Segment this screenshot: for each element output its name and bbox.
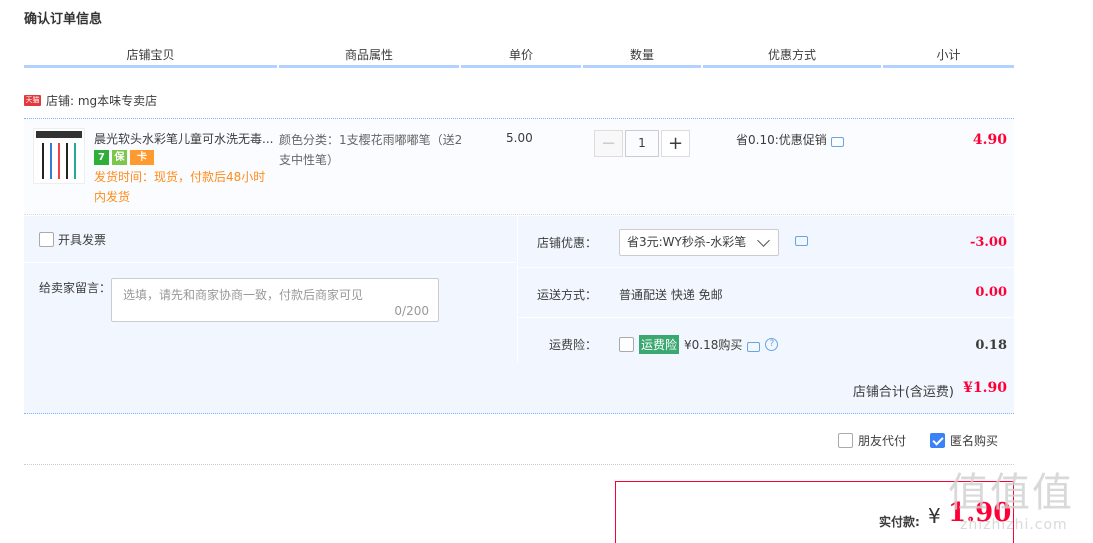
col-header-shop-item: 店铺宝贝 <box>126 48 175 62</box>
message-placeholder: 选填，请先和商家协商一致，付款后商家可见 <box>123 288 364 302</box>
payment-options: 朋友代付 匿名购买 <box>838 432 998 449</box>
shipping-method: 普通配送 快递 免邮 <box>619 288 723 302</box>
product-attribute: 颜色分类：1支樱花雨嘟嘟笔（送2支中性笔） <box>279 133 463 167</box>
friend-pay-option[interactable]: 朋友代付 <box>838 432 906 449</box>
col-header-discount: 优惠方式 <box>767 48 816 62</box>
header-sep <box>881 65 883 68</box>
friend-pay-checkbox[interactable] <box>838 433 853 448</box>
invoice-checkbox[interactable] <box>39 232 54 247</box>
divider <box>518 267 1014 268</box>
col-header-quantity: 数量 <box>629 48 654 62</box>
invoice-label: 开具发票 <box>58 233 107 247</box>
shop-discount-value: -3.00 <box>969 235 1007 250</box>
quantity-stepper: − 1 + <box>594 130 690 157</box>
insurance-label: 运费险： <box>548 338 597 352</box>
shop-total: 店铺合计(含运费) ¥1.90 <box>24 362 1014 414</box>
message-input[interactable]: 选填，请先和商家协商一致，付款后商家可见 0/200 <box>111 278 439 322</box>
col-header-attribute: 商品属性 <box>344 48 393 62</box>
service-icons: 7 保 卡 <box>94 150 154 165</box>
shop-name[interactable]: 店铺: mg本味专卖店 <box>46 92 157 109</box>
anonymous-checkbox[interactable] <box>930 433 946 448</box>
shop-discount-selected: 省3元:WY秒杀-水彩笔 <box>627 235 747 249</box>
friend-pay-label: 朋友代付 <box>858 434 907 448</box>
shipping-label: 运送方式： <box>536 288 597 302</box>
message-label: 给卖家留言： <box>39 281 112 295</box>
insurance-option: 运费险 ¥0.18购买 ? <box>619 335 779 354</box>
insurance-badge: 运费险 <box>639 335 680 354</box>
quantity-input[interactable]: 1 <box>625 130 659 157</box>
header-bar <box>24 65 1014 68</box>
insurance-checkbox[interactable] <box>619 337 634 352</box>
comment-icon[interactable] <box>795 236 808 246</box>
divider <box>518 317 1014 318</box>
seven-day-return-icon[interactable]: 7 <box>94 150 109 165</box>
watermark-logo: 值值值 <box>948 470 1074 516</box>
message-char-count: 0/200 <box>394 304 429 318</box>
header-sep <box>277 65 279 68</box>
shop-total-value: ¥1.90 <box>963 380 1007 396</box>
anonymous-label: 匿名购买 <box>950 434 999 448</box>
comment-icon[interactable] <box>830 136 844 147</box>
payment-label: 实付款: <box>879 515 920 529</box>
divider <box>24 464 1014 465</box>
promo-text: 省0.10:优惠促销 <box>736 133 827 147</box>
quantity-minus-button[interactable]: − <box>594 130 623 157</box>
tmall-icon: 天猫 <box>24 94 41 106</box>
ship-time: 发货时间：现货，付款后48小时内发货 <box>94 170 266 204</box>
item-row: 晨光软头水彩笔儿童可水洗无毒... 7 保 卡 发货时间：现货，付款后48小时内… <box>24 118 1014 215</box>
divider <box>24 262 516 263</box>
shipping-value: 0.00 <box>975 285 1007 300</box>
insurance-text: ¥0.18购买 <box>684 338 743 352</box>
order-options-panel: 开具发票 给卖家留言： 选填，请先和商家协商一致，付款后商家可见 0/200 店… <box>24 216 1014 362</box>
help-icon[interactable]: ? <box>765 338 779 351</box>
column-header: 店铺宝贝 商品属性 单价 数量 优惠方式 小计 <box>24 44 1014 68</box>
invoice-option[interactable]: 开具发票 <box>39 231 106 248</box>
header-sep <box>581 65 583 68</box>
col-header-subtotal: 小计 <box>936 48 961 62</box>
shop-discount-select[interactable]: 省3元:WY秒杀-水彩笔 <box>619 229 779 256</box>
col-header-unit-price: 单价 <box>508 48 533 62</box>
promo-info: 省0.10:优惠促销 <box>736 131 844 148</box>
payment-currency: ¥ <box>928 504 941 528</box>
anonymous-option[interactable]: 匿名购买 <box>930 432 998 449</box>
credit-card-icon[interactable]: 卡 <box>130 150 154 165</box>
shop-discount-label: 店铺优惠： <box>536 236 597 250</box>
guarantee-icon[interactable]: 保 <box>112 150 127 165</box>
insurance-value: 0.18 <box>975 338 1007 353</box>
shop-total-label: 店铺合计(含运费) <box>852 385 954 400</box>
quantity-plus-button[interactable]: + <box>661 130 690 157</box>
page-title: 确认订单信息 <box>24 12 103 27</box>
header-sep <box>701 65 703 68</box>
comment-icon[interactable] <box>747 341 761 352</box>
chevron-down-icon <box>757 234 770 247</box>
unit-price: 5.00 <box>506 131 533 145</box>
product-title-link[interactable]: 晨光软头水彩笔儿童可水洗无毒... <box>94 130 274 147</box>
item-subtotal: 4.90 <box>972 132 1007 148</box>
product-thumbnail[interactable] <box>33 128 85 184</box>
header-sep <box>459 65 461 68</box>
shop-row: 天猫 店铺: mg本味专卖店 <box>24 92 157 108</box>
watermark-url: zhizhizhi.com <box>960 517 1068 533</box>
